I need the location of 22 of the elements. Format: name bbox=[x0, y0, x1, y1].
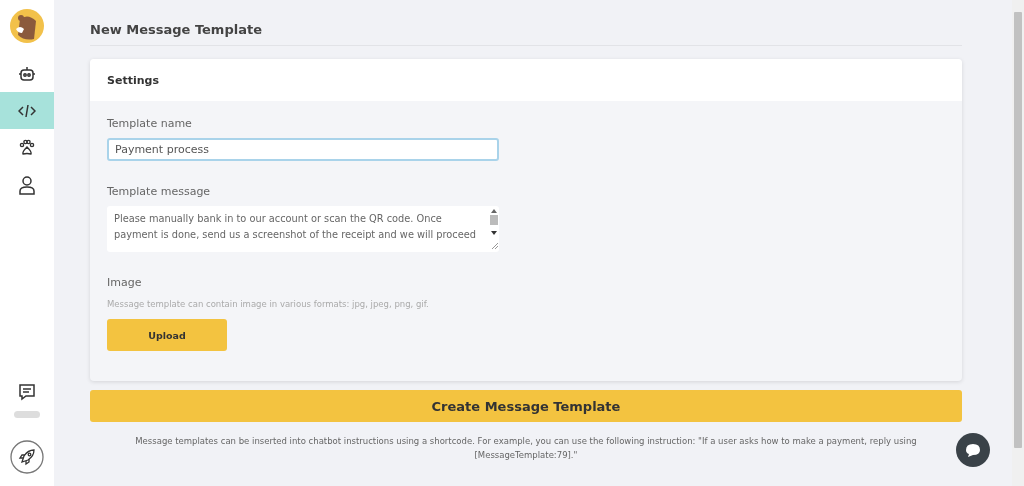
page-title: New Message Template bbox=[90, 22, 962, 46]
template-message-field[interactable]: Please manually bank in to our account or scan the QR code. Once payment is done, send us a screenshot of the receipt and we will proceed bbox=[107, 206, 499, 252]
user-icon bbox=[18, 174, 36, 195]
code-icon bbox=[18, 103, 36, 118]
bear-avatar-icon[interactable] bbox=[10, 9, 44, 43]
scrollbar-drawing bbox=[489, 207, 499, 251]
field-label: Template message bbox=[107, 185, 211, 198]
upload-button[interactable]: Upload bbox=[107, 319, 227, 351]
image-hint: Message template can contain image in various formats: jpg, jpeg, png, gif. bbox=[107, 299, 429, 309]
message-icon[interactable] bbox=[18, 383, 36, 401]
field-label: Template name bbox=[107, 117, 192, 130]
toggle-pill[interactable] bbox=[14, 411, 40, 418]
field-label: Image bbox=[107, 276, 142, 289]
paw-icon bbox=[18, 138, 36, 157]
template-name-field[interactable]: Payment process bbox=[107, 138, 499, 161]
page-scrollbar[interactable] bbox=[1012, 0, 1024, 486]
card-title: Settings bbox=[107, 73, 159, 87]
shortcode-note: Message templates can be inserted into chatbot instructions using a shortcode. For example, you can use the following instruction: "If a user asks how to make a payment, reply using [MessageTemplate:79]." bbox=[134, 435, 918, 462]
robot-icon bbox=[18, 64, 36, 83]
create-button[interactable]: Create Message Template bbox=[90, 390, 962, 422]
rocket-icon[interactable] bbox=[10, 440, 44, 474]
chat-icon[interactable] bbox=[956, 433, 990, 467]
